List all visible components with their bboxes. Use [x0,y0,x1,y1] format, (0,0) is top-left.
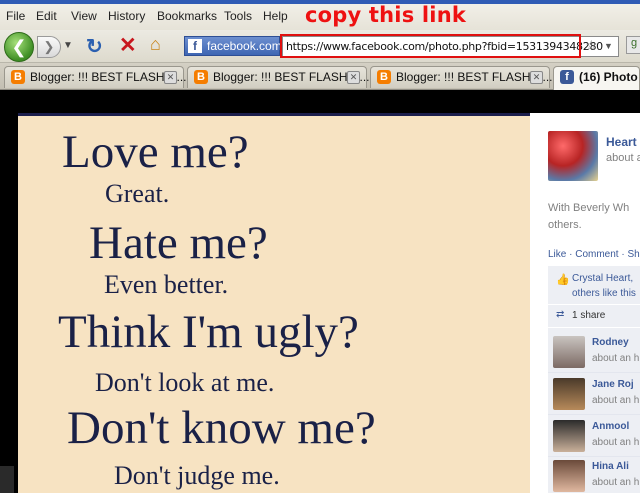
tab-title: (16) Photo [579,70,638,84]
blogger-icon: B [377,70,391,84]
tab-blogger-3[interactable]: B Blogger: !!! BEST FLASH C... ✕ [370,66,553,88]
quote-line: Even better. [104,270,229,299]
post-actions[interactable]: Like · Comment · Sh [548,249,640,260]
home-icon[interactable]: ⌂ [150,34,161,55]
avatar[interactable] [553,378,585,410]
close-icon[interactable]: ✕ [530,71,543,84]
menu-bookmarks[interactable]: Bookmarks [157,9,217,23]
comment-time: about an h [592,437,640,448]
avatar[interactable] [553,420,585,452]
arrow-left-icon: ❮ [11,37,27,57]
annotation-label: copy this link [305,3,467,27]
likes-text[interactable]: Crystal Heart, [572,273,633,284]
tab-facebook-photo[interactable]: f (16) Photo [553,66,640,90]
commenter-name[interactable]: Rodney [592,337,629,348]
shares-count[interactable]: 1 share [572,310,605,321]
tab-blogger-1[interactable]: B Blogger: !!! BEST FLASH C... ✕ [4,66,187,88]
divider [548,372,640,373]
reload-icon[interactable]: ↻ [86,34,103,59]
commenter-name[interactable]: Jane Roj [592,379,634,390]
quote-line: Don't look at me. [95,368,275,397]
search-engine-icon[interactable]: g [626,36,640,54]
quote-line: Don't judge me. [114,461,280,490]
quote-line: Think I'm ugly? [58,306,359,358]
caption-text: others. [548,219,582,231]
stop-icon[interactable]: ✕ [119,33,137,58]
photo-image[interactable]: Love me? Great. Hate me? Even better. Th… [18,113,530,493]
avatar[interactable] [553,460,585,492]
thumbs-up-icon: 👍 [556,274,570,286]
quote-line: Don't know me? [67,402,376,454]
menu-tools[interactable]: Tools [224,9,252,23]
scrollbar-edge [0,466,14,493]
quote-line: Love me? [62,126,249,178]
quote-line: Hate me? [89,217,268,269]
likes-text[interactable]: others like this [572,288,636,299]
page-name-link[interactable]: Heart [606,135,637,149]
divider [548,414,640,415]
post-timestamp: about a [606,152,640,164]
avatar[interactable] [553,336,585,368]
back-button[interactable]: ❮ [4,32,34,62]
menu-view[interactable]: View [71,9,97,23]
commenter-name[interactable]: Anmool [592,421,629,432]
menu-edit[interactable]: Edit [36,9,57,23]
arrow-right-icon: ❯ [43,39,55,54]
blogger-icon: B [11,70,25,84]
quote-line: Great. [105,179,170,208]
divider [548,456,640,457]
menu-file[interactable]: File [6,9,25,23]
close-icon[interactable]: ✕ [347,71,360,84]
menu-help[interactable]: Help [263,9,288,23]
site-identity-button[interactable]: f facebook.com [184,36,282,56]
share-icon: ⇄ [556,309,565,320]
facebook-icon: f [560,70,574,84]
forward-button[interactable]: ❯ [37,36,61,58]
comment-time: about an h [592,395,640,406]
commenter-name[interactable]: Hina Ali [592,461,629,472]
comment-time: about an h [592,353,640,364]
caption-text: With Beverly Wh [548,202,630,214]
bookmark-star-icon[interactable]: ☆ [585,37,598,54]
menu-history[interactable]: History [108,9,145,23]
chevron-down-icon[interactable]: ▼ [63,40,73,51]
tab-blogger-2[interactable]: B Blogger: !!! BEST FLASH C... ✕ [187,66,370,88]
close-icon[interactable]: ✕ [164,71,177,84]
url-highlight-box [280,34,581,58]
comment-time: about an h [592,477,640,488]
blogger-icon: B [194,70,208,84]
page-avatar[interactable] [548,131,598,181]
url-dropdown-icon[interactable]: ▼ [604,41,613,51]
facebook-icon: f [188,39,202,53]
site-identity-label: facebook.com [207,39,282,53]
